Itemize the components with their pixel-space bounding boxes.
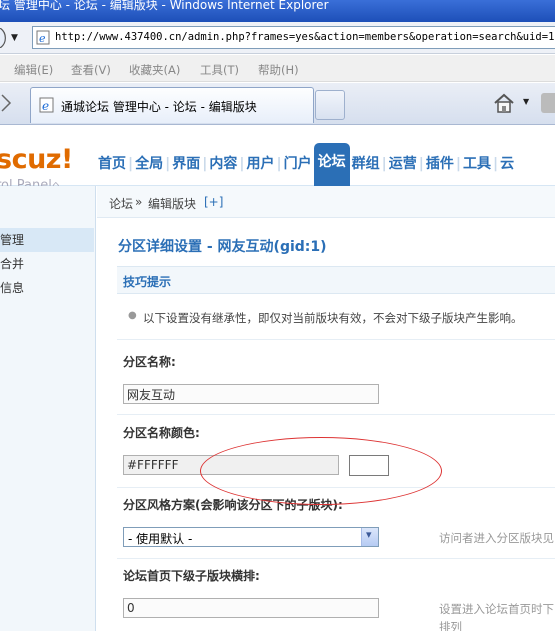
breadcrumb-add-button[interactable]: [+] [204,195,223,209]
history-dropdown-icon[interactable]: ▼ [11,33,18,43]
url-field[interactable]: e http://www.437400.cn/admin.php?frames=… [32,26,555,49]
sidebar-item-info[interactable]: 信息 [0,276,94,300]
nav-home[interactable]: 首页 [98,143,126,186]
new-tab-button[interactable] [315,90,345,120]
nav-plugin[interactable]: 插件 [426,143,454,186]
address-bar: ▼ e http://www.437400.cn/admin.php?frame… [0,22,555,54]
divider [117,339,555,340]
sub-forum-hint: 设置进入论坛首页时下 [439,602,554,616]
sub-forum-hint-2: 排列 [439,620,462,631]
style-select-value: - 使用默认 - [128,532,193,546]
name-label: 分区名称: [123,355,176,369]
nav-sep: | [418,156,424,172]
nav-sep: | [493,156,499,172]
svg-text:e: e [39,32,46,45]
color-label: 分区名称颜色: [123,426,200,440]
admin-header: scuz! rol Panel⌂ 首页| 全局| 界面| 内容| 用户| 门户 … [0,126,555,193]
svg-text:e: e [42,99,49,113]
bullet-icon: ● [128,310,137,321]
nav-user[interactable]: 用户 [247,143,275,186]
nav-forum[interactable]: 论坛 [313,143,350,186]
menu-favorites[interactable]: 收藏夹(A) [129,62,180,78]
menu-view[interactable]: 查看(V) [71,62,111,78]
nav-global[interactable]: 全局 [135,143,163,186]
nav-operation[interactable]: 运营 [389,143,417,186]
nav-sep: | [455,156,461,172]
tab-scroll-edge-icon[interactable] [0,93,12,113]
tips-header: 技巧提示 [117,266,555,294]
breadcrumb-current: 编辑版块 [148,197,197,211]
nav-group[interactable]: 群组 [352,143,380,186]
tips-body: ● 以下设置没有继承性，即仅对当前版块有效，不会对下级子版块产生影响。 [117,298,555,336]
sub-forum-label: 论坛首页下级子版块横排: [123,569,260,583]
sidebar-item-manage[interactable]: 管理 [0,228,94,252]
page-title: 分区详细设置 - 网友互动(gid:1) [118,239,327,255]
divider [117,558,555,559]
tab-bar: e 通城论坛 管理中心 - 论坛 - 编辑版块 ▼ [0,83,555,125]
nav-sep: | [128,156,134,172]
menu-bar: 编辑(E) 查看(V) 收藏夹(A) 工具(T) 帮助(H) [0,55,555,82]
ie-page-icon: e [36,30,50,45]
url-text: http://www.437400.cn/admin.php?frames=ye… [55,31,555,43]
menu-help[interactable]: 帮助(H) [258,62,299,78]
style-select[interactable]: - 使用默认 - [123,527,379,547]
left-sidebar: 管理 合并 信息 [0,186,96,631]
home-icon[interactable] [492,91,516,115]
style-hint: 访问者进入分区版块见 [439,531,554,545]
window-title: 坛 管理中心 - 论坛 - 编辑版块 - Windows Internet Ex… [0,0,329,12]
nav-sep: | [239,156,245,172]
discuz-logo: scuz! [0,144,73,175]
menu-tools[interactable]: 工具(T) [200,62,239,78]
nav-tools[interactable]: 工具 [463,143,491,186]
select-dropdown-icon[interactable] [361,528,378,546]
nav-interface[interactable]: 界面 [172,143,200,186]
breadcrumb: 论坛 » 编辑版块 [+] [97,186,555,218]
home-dropdown-icon[interactable]: ▼ [523,97,529,106]
nav-content[interactable]: 内容 [209,143,237,186]
divider [117,414,555,415]
name-input[interactable] [123,384,379,404]
tab-label: 通城论坛 管理中心 - 论坛 - 编辑版块 [61,100,257,114]
rss-feed-icon[interactable] [541,93,555,113]
nav-portal[interactable]: 门户 [284,143,312,186]
nav-sep: | [276,156,282,172]
breadcrumb-sep: » [135,195,143,209]
top-nav: 首页 | 全局 | 界面 | 内容 | 用户 | 门户 论坛 群组 | 运营 | 插件 | 工具… [98,143,514,186]
window-titlebar: 坛 管理中心 - 论坛 - 编辑版块 - Windows Internet Ex… [0,0,555,22]
nav-sep: | [202,156,208,172]
tips-heading: 技巧提示 [123,275,172,289]
breadcrumb-root[interactable]: 论坛 [109,195,133,212]
nav-sep: | [381,156,387,172]
nav-cloud[interactable]: 云 [500,143,514,186]
menu-edit[interactable]: 编辑(E) [14,62,53,78]
annotation-ellipse [200,437,442,505]
tab-active[interactable]: e 通城论坛 管理中心 - 论坛 - 编辑版块 [30,87,314,123]
sub-forum-input[interactable] [123,598,379,618]
ie-tab-icon: e [39,97,54,113]
tips-text: 以下设置没有继承性，即仅对当前版块有效，不会对下级子版块产生影响。 [143,311,523,325]
nav-sep: | [165,156,171,172]
sidebar-item-merge[interactable]: 合并 [0,252,94,276]
